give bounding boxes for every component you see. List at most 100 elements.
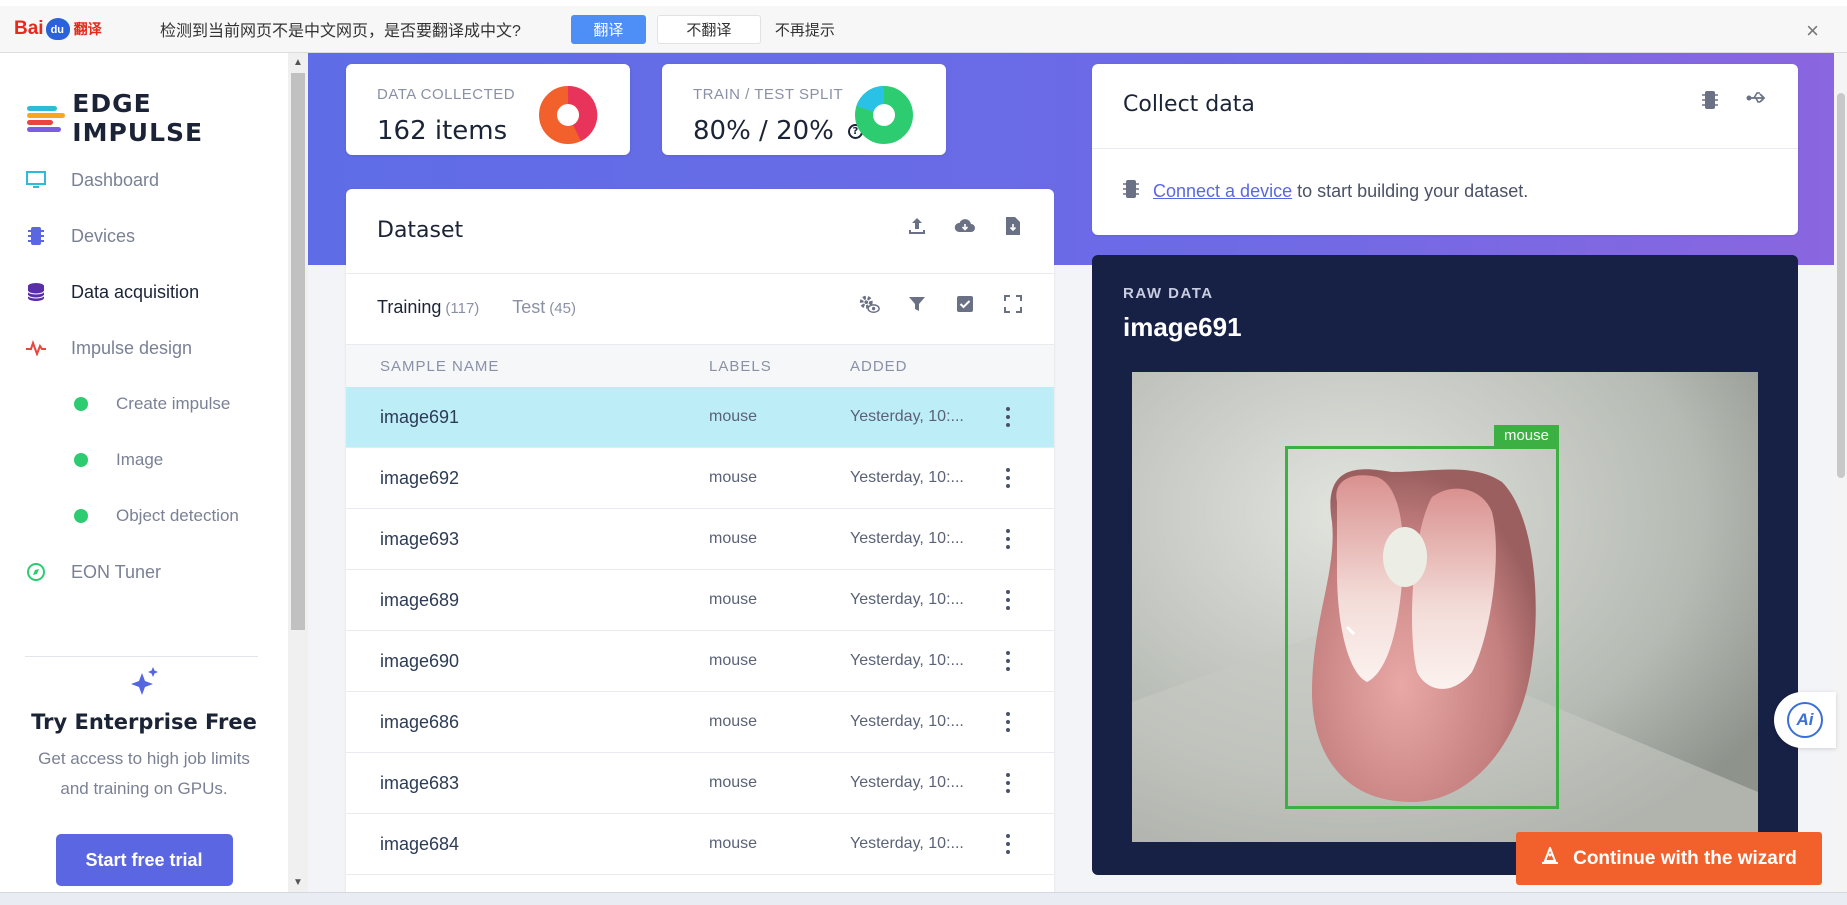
- brand-logo[interactable]: EDGE IMPULSE: [27, 89, 288, 147]
- train-test-split-donut: [855, 86, 913, 144]
- sidebar-item-dashboard[interactable]: Dashboard: [0, 152, 288, 208]
- filter-icon[interactable]: [906, 293, 928, 315]
- tab-count: (117): [445, 300, 480, 317]
- table-header: SAMPLE NAME LABELS ADDED: [346, 344, 1054, 387]
- column-header-labels[interactable]: LABELS: [709, 358, 772, 375]
- sidebar-subitem-label: Image: [116, 450, 164, 469]
- scroll-down-icon[interactable]: ▼: [293, 877, 303, 888]
- continue-wizard-button[interactable]: Continue with the wizard: [1516, 832, 1822, 885]
- sample-added-cell: Yesterday, 10:...: [850, 408, 964, 425]
- promo-title: Try Enterprise Free: [31, 710, 257, 734]
- sidebar-item-devices[interactable]: Devices: [0, 208, 288, 264]
- column-header-added[interactable]: ADDED: [850, 358, 908, 375]
- sidebar-subitem-object-detection[interactable]: Object detection: [0, 488, 288, 544]
- database-icon: [25, 281, 47, 303]
- enterprise-promo: Try Enterprise Free Get access to high j…: [0, 665, 288, 886]
- gear-eye-icon[interactable]: [858, 293, 880, 315]
- tab-label: Test: [512, 297, 546, 317]
- sidebar-item-eon-tuner[interactable]: EON Tuner: [0, 544, 288, 600]
- baidu-logo-text: Bai: [14, 18, 44, 39]
- status-dot-icon: [74, 509, 88, 523]
- table-row[interactable]: image684 mouse Yesterday, 10:...: [346, 814, 1054, 875]
- chip-icon: [25, 225, 47, 247]
- collect-message-text: to start building your dataset.: [1297, 181, 1529, 201]
- raw-data-panel: RAW DATA image691 mouse: [1092, 255, 1798, 875]
- no-translate-button[interactable]: 不翻译: [656, 14, 761, 44]
- checkbox-select-icon[interactable]: [954, 293, 976, 315]
- scroll-up-icon[interactable]: ▲: [293, 57, 303, 68]
- train-test-split-value: 80% / 20%?: [693, 116, 863, 146]
- expand-icon[interactable]: [1002, 293, 1024, 315]
- tab-count: (45): [549, 300, 576, 317]
- table-row[interactable]: image691 mouse Yesterday, 10:...: [346, 387, 1054, 448]
- usb-icon[interactable]: [1746, 90, 1768, 115]
- sidebar-item-data-acquisition[interactable]: Data acquisition: [0, 264, 288, 320]
- sidebar-item-impulse-design[interactable]: Impulse design: [0, 320, 288, 376]
- collect-data-card: Collect data Connect a device to start b…: [1092, 64, 1798, 235]
- tab-test[interactable]: Test (45): [512, 297, 576, 318]
- dataset-card: Dataset Training (117) Test (45) SAMPLE NA…: [346, 189, 1054, 892]
- sidebar-scrollbar[interactable]: ▲ ▼: [288, 53, 308, 892]
- table-row[interactable]: image689 mouse Yesterday, 10:...: [346, 570, 1054, 631]
- more-options-icon[interactable]: [1003, 407, 1013, 427]
- raw-data-title: image691: [1123, 312, 1242, 342]
- table-row[interactable]: image690 mouse Yesterday, 10:...: [346, 631, 1054, 692]
- table-row[interactable]: image692 mouse Yesterday, 10:...: [346, 448, 1054, 509]
- table-row[interactable]: image683 mouse Yesterday, 10:...: [346, 753, 1054, 814]
- translate-button[interactable]: 翻译: [570, 14, 646, 44]
- more-options-icon[interactable]: [1003, 590, 1013, 610]
- baidu-paw-icon: [45, 18, 70, 40]
- file-download-icon[interactable]: [1002, 215, 1024, 237]
- sidebar-nav: Dashboard Devices Data acquisition Impul…: [0, 152, 288, 600]
- more-options-icon[interactable]: [1003, 468, 1013, 488]
- bounding-box[interactable]: mouse: [1285, 425, 1559, 809]
- ai-icon: Ai: [1787, 702, 1823, 738]
- more-options-icon[interactable]: [1003, 529, 1013, 549]
- more-options-icon[interactable]: [1003, 651, 1013, 671]
- sample-label-cell: mouse: [709, 713, 758, 730]
- sample-image[interactable]: mouse: [1132, 372, 1758, 842]
- close-icon[interactable]: ×: [1806, 18, 1819, 44]
- main-scroll-thumb[interactable]: [1837, 93, 1845, 478]
- sample-label-cell: mouse: [709, 408, 758, 425]
- wizard-label: Continue with the wizard: [1573, 847, 1797, 869]
- more-options-icon[interactable]: [1003, 773, 1013, 793]
- start-free-trial-button[interactable]: Start free trial: [55, 834, 233, 886]
- column-header-sample-name[interactable]: SAMPLE NAME: [380, 358, 499, 375]
- main-scrollbar[interactable]: [1834, 53, 1847, 892]
- connect-device-link[interactable]: Connect a device: [1153, 181, 1292, 202]
- sparkle-icon: [0, 665, 288, 705]
- cloud-download-icon[interactable]: [954, 215, 976, 237]
- sidebar-scroll-thumb[interactable]: [291, 73, 305, 630]
- sample-label-cell: mouse: [709, 530, 758, 547]
- sample-name-cell: image691: [380, 407, 460, 427]
- collect-toolbar: [1702, 90, 1768, 115]
- sidebar-subitem-image[interactable]: Image: [0, 432, 288, 488]
- dataset-tabs: Training (117) Test (45): [377, 297, 609, 318]
- data-collected-donut: [539, 86, 598, 144]
- status-dot-icon: [74, 453, 88, 467]
- chip-icon[interactable]: [1702, 90, 1718, 115]
- sample-label-cell: mouse: [709, 835, 758, 852]
- table-row[interactable]: image686 mouse Yesterday, 10:...: [346, 692, 1054, 753]
- more-options-icon[interactable]: [1003, 834, 1013, 854]
- ai-assistant-button[interactable]: Ai: [1774, 692, 1836, 748]
- tab-training[interactable]: Training (117): [377, 297, 479, 318]
- sidebar: EDGE IMPULSE Dashboard Devices Data acqu…: [0, 53, 288, 892]
- train-test-split-label: TRAIN / TEST SPLIT: [693, 86, 844, 103]
- dataset-divider: [346, 273, 1054, 274]
- translation-prompt: 检测到当前网页不是中文网页，是否要翻译成中文?: [160, 23, 521, 40]
- sample-label-cell: mouse: [709, 652, 758, 669]
- sidebar-subitem-create-impulse[interactable]: Create impulse: [0, 376, 288, 432]
- dataset-title: Dataset: [377, 218, 464, 243]
- sample-added-cell: Yesterday, 10:...: [850, 774, 964, 791]
- upload-icon[interactable]: [906, 215, 928, 237]
- bottom-edge: [0, 892, 1847, 905]
- table-row[interactable]: image693 mouse Yesterday, 10:...: [346, 509, 1054, 570]
- raw-data-label: RAW DATA: [1123, 285, 1214, 302]
- dataset-toolbar: [906, 215, 1024, 237]
- sample-added-cell: Yesterday, 10:...: [850, 652, 964, 669]
- collect-data-title: Collect data: [1123, 92, 1255, 117]
- more-options-icon[interactable]: [1003, 712, 1013, 732]
- no-remind-link[interactable]: 不再提示: [775, 19, 835, 40]
